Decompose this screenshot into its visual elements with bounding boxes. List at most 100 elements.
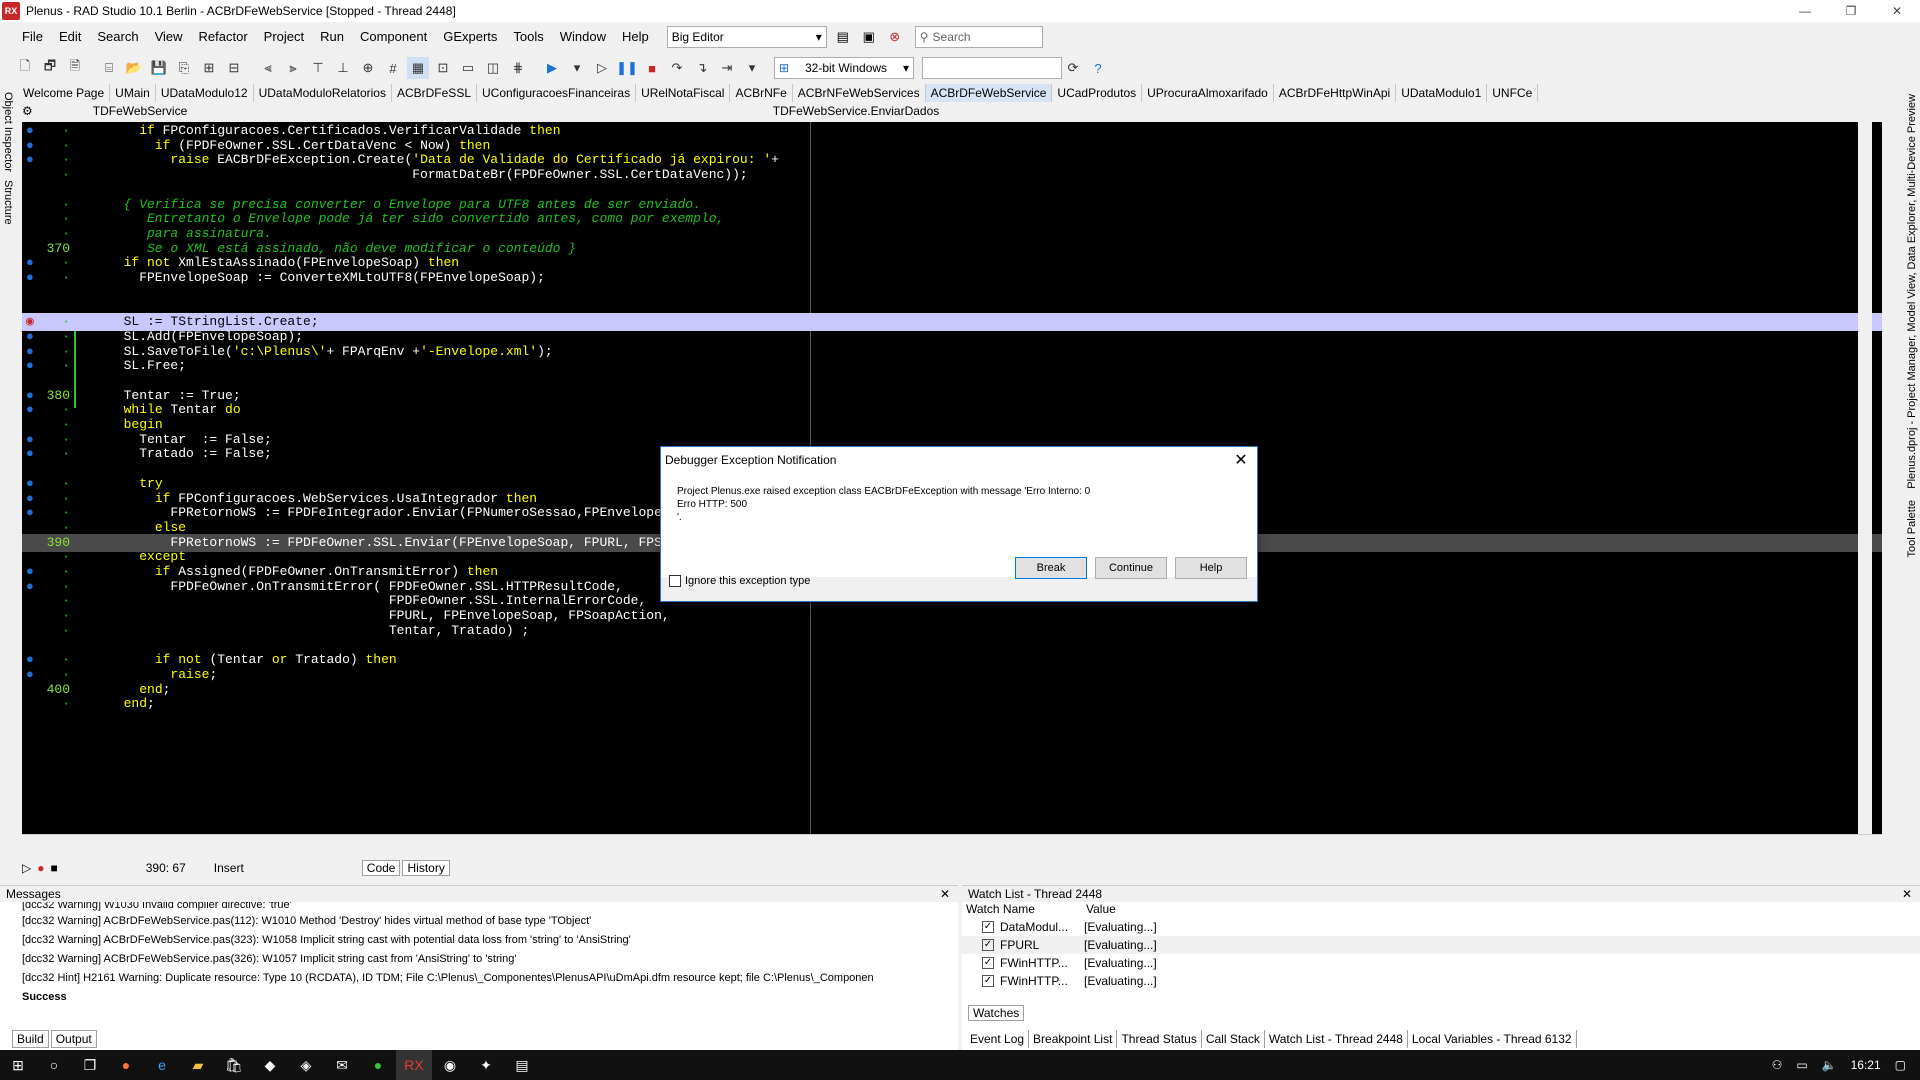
tab-watches[interactable]: Watches <box>968 1005 1025 1021</box>
trace-into-icon[interactable]: ↴ <box>691 57 713 79</box>
form-icon[interactable]: ▭ <box>457 57 479 79</box>
target-platform-select[interactable]: ⊞ 32-bit Windows ▾ <box>774 57 914 79</box>
menu-search[interactable]: Search <box>89 22 146 52</box>
close-icon[interactable]: ✕ <box>940 887 950 901</box>
tab-udatamodulo12[interactable]: UDataModulo12 <box>156 84 254 102</box>
help-button[interactable]: Help <box>1175 557 1247 579</box>
tab-watch-list[interactable]: Watch List - Thread 2448 <box>1264 1030 1408 1048</box>
menu-gexperts[interactable]: GExperts <box>435 22 505 52</box>
menu-run[interactable]: Run <box>312 22 352 52</box>
tab-local-variables[interactable]: Local Variables - Thread 6132 <box>1408 1030 1577 1048</box>
tab-uprocuraalmoxarifado[interactable]: UProcuraAlmoxarifado <box>1142 84 1274 102</box>
close-icon[interactable]: ✕ <box>1902 887 1912 901</box>
watch-enabled-checkbox[interactable]: ✓ <box>982 939 994 951</box>
watch-name-header[interactable]: Watch Name <box>966 902 1086 918</box>
class-selector[interactable]: TDFeWebService <box>93 104 753 118</box>
run-to-cursor-icon[interactable]: ⇥ <box>716 57 738 79</box>
align-bottom-icon[interactable]: ⊥ <box>332 57 354 79</box>
run-without-debug-icon[interactable]: ▷ <box>591 57 613 79</box>
play-macro-icon[interactable]: ▷ <box>22 861 31 875</box>
device-select[interactable] <box>922 57 1062 79</box>
run-dropdown-icon[interactable]: ▾ <box>566 57 588 79</box>
watch-row[interactable]: ✓ FWinHTTP... [Evaluating...] <box>962 954 1920 972</box>
menu-component[interactable]: Component <box>352 22 435 52</box>
tab-code[interactable]: Code <box>361 860 401 876</box>
checkbox-box[interactable] <box>669 575 681 587</box>
refresh-icon[interactable]: ⟳ <box>1062 57 1084 79</box>
start-icon[interactable]: ⊞ <box>0 1050 36 1080</box>
menu-refactor[interactable]: Refactor <box>191 22 256 52</box>
minimize-button[interactable]: — <box>1782 0 1828 22</box>
store-icon[interactable]: 🛍 <box>216 1050 252 1080</box>
file-explorer-icon[interactable]: ▰ <box>180 1050 216 1080</box>
tab-call-stack[interactable]: Call Stack <box>1202 1030 1265 1048</box>
message-line[interactable]: [dcc32 Warning] ACBrDFeWebService.pas(11… <box>0 912 958 931</box>
app-icon[interactable]: ◉ <box>432 1050 468 1080</box>
run-icon[interactable]: ▶ <box>541 57 563 79</box>
notification-icon[interactable]: ▢ <box>1895 1058 1906 1072</box>
continue-button[interactable]: Continue <box>1095 557 1167 579</box>
tab-acbrdfewebservice[interactable]: ACBrDFeWebService <box>925 84 1053 102</box>
grid-icon[interactable]: # <box>382 57 404 79</box>
people-icon[interactable]: ⚇ <box>1772 1058 1783 1072</box>
search-input[interactable]: ⚲ Search <box>914 26 1043 48</box>
menu-tools[interactable]: Tools <box>505 22 551 52</box>
size-icon[interactable]: ⊡ <box>432 57 454 79</box>
menu-view[interactable]: View <box>147 22 191 52</box>
network-icon[interactable]: ▭ <box>1796 1058 1807 1072</box>
message-line[interactable]: [dcc32 Hint] H2161 Warning: Duplicate re… <box>0 969 958 988</box>
clock[interactable]: 16:21 <box>1851 1058 1881 1072</box>
component-icon[interactable]: ◫ <box>482 57 504 79</box>
desktop-layout-select[interactable]: Big Editor ▾ <box>666 26 827 48</box>
tab-acbrdfessl[interactable]: ACBrDFeSSL <box>392 84 477 102</box>
tab-umain[interactable]: UMain <box>110 84 156 102</box>
record-macro-icon[interactable]: ● <box>37 861 44 875</box>
align-left-icon[interactable]: ⫷ <box>257 57 279 79</box>
break-button[interactable]: Break <box>1015 557 1087 579</box>
remove-from-project-icon[interactable]: ⊟ <box>223 57 245 79</box>
align-center-icon[interactable]: ⊕ <box>357 57 379 79</box>
tab-acbrnfewebservices[interactable]: ACBrNFeWebServices <box>793 84 926 102</box>
pause-icon[interactable]: ❚❚ <box>616 57 638 79</box>
app-icon[interactable]: ▤ <box>504 1050 540 1080</box>
watch-enabled-checkbox[interactable]: ✓ <box>982 921 994 933</box>
message-line[interactable]: [dcc32 Warning] ACBrDFeWebService.pas(32… <box>0 931 958 950</box>
save-icon[interactable]: 💾 <box>148 57 170 79</box>
watch-row[interactable]: ✓ FPURL [Evaluating...] <box>962 936 1920 954</box>
tab-welcome-page[interactable]: Welcome Page <box>18 84 111 102</box>
editor-vertical-scrollbar[interactable] <box>1858 122 1872 834</box>
tab-thread-status[interactable]: Thread Status <box>1117 1030 1202 1048</box>
watch-row[interactable]: ✓ DataModul... [Evaluating...] <box>962 918 1920 936</box>
tab-udatamodulo1[interactable]: UDataModulo1 <box>1396 84 1488 102</box>
menu-project[interactable]: Project <box>256 22 312 52</box>
rad-studio-taskbar-icon[interactable]: RX <box>396 1050 432 1080</box>
tab-event-log[interactable]: Event Log <box>966 1030 1030 1048</box>
watch-row[interactable]: ✓ FWinHTTP... [Evaluating...] <box>962 972 1920 990</box>
set-debug-desktop-icon[interactable]: ▣ <box>859 27 879 47</box>
add-to-project-icon[interactable]: ⊞ <box>198 57 220 79</box>
tab-uconfiguracoesfinanceiras[interactable]: UConfiguracoesFinanceiras <box>477 84 637 102</box>
tab-udatamodulorelatorios[interactable]: UDataModuloRelatorios <box>254 84 392 102</box>
stop-icon[interactable]: ⊗ <box>885 27 905 47</box>
stop-macro-icon[interactable]: ■ <box>50 861 57 875</box>
open-project-icon[interactable]: ⌸ <box>98 57 120 79</box>
snap-grid-icon[interactable]: ▦ <box>407 57 429 79</box>
tab-urelnotafiscal[interactable]: URelNotaFiscal <box>636 84 731 102</box>
method-selector[interactable]: TDFeWebService.EnviarDados <box>773 104 940 118</box>
new-form-icon[interactable]: 🗗 <box>39 57 61 79</box>
app-icon[interactable]: ◈ <box>288 1050 324 1080</box>
stop-program-icon[interactable]: ■ <box>641 57 663 79</box>
step-over-icon[interactable]: ↷ <box>666 57 688 79</box>
code-text[interactable]: end; <box>108 695 155 713</box>
tab-output[interactable]: Output <box>50 1030 97 1048</box>
open-file-icon[interactable]: 📂 <box>123 57 145 79</box>
close-icon[interactable]: ✕ <box>1225 450 1257 470</box>
new-unit-icon[interactable]: 🗎 <box>64 57 86 79</box>
message-line[interactable]: [dcc32 Warning] ACBrDFeWebService.pas(32… <box>0 950 958 969</box>
tab-build[interactable]: Build <box>12 1030 49 1048</box>
tab-breakpoint-list[interactable]: Breakpoint List <box>1029 1030 1118 1048</box>
app-icon[interactable]: ● <box>360 1050 396 1080</box>
save-desktop-icon[interactable]: ▤ <box>833 27 853 47</box>
menu-window[interactable]: Window <box>552 22 614 52</box>
menu-edit[interactable]: Edit <box>51 22 89 52</box>
